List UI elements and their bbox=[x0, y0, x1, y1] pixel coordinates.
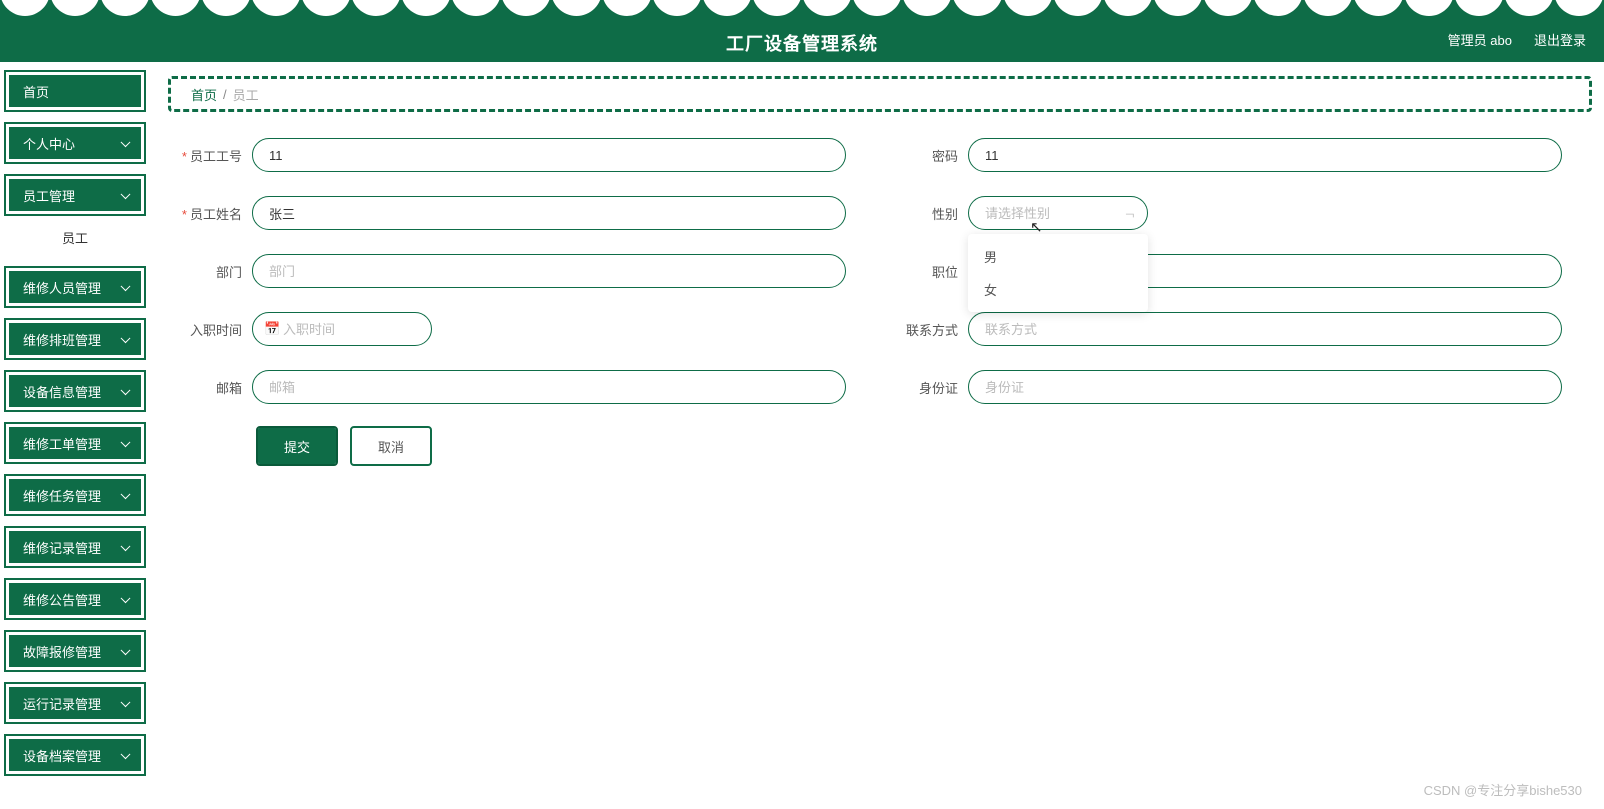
password-input[interactable] bbox=[968, 138, 1562, 172]
label-contact: 联系方式 bbox=[906, 323, 958, 338]
sidebar-item-1[interactable]: 个人中心 bbox=[6, 124, 144, 162]
logout-link[interactable]: 退出登录 bbox=[1534, 30, 1586, 49]
label-dept: 部门 bbox=[216, 265, 242, 280]
sidebar-item-4[interactable]: 维修排班管理 bbox=[6, 320, 144, 358]
watermark: CSDN @专注分享bishe530 bbox=[1424, 780, 1582, 799]
gender-option-female[interactable]: 女 bbox=[968, 273, 1148, 306]
sidebar-item-12[interactable]: 设备档案管理 bbox=[6, 736, 144, 774]
sidebar-item-11[interactable]: 运行记录管理 bbox=[6, 684, 144, 722]
sidebar-item-3[interactable]: 维修人员管理 bbox=[6, 268, 144, 306]
breadcrumb-current: 员工 bbox=[233, 85, 259, 104]
sidebar-item-8[interactable]: 维修记录管理 bbox=[6, 528, 144, 566]
breadcrumb-home[interactable]: 首页 bbox=[191, 85, 217, 104]
sidebar: 首页个人中心员工管理员工维修人员管理维修排班管理设备信息管理维修工单管理维修任务… bbox=[0, 62, 150, 809]
label-emp-id: 员工工号 bbox=[190, 149, 242, 164]
sidebar-item-10[interactable]: 故障报修管理 bbox=[6, 632, 144, 670]
id-card-input[interactable] bbox=[968, 370, 1562, 404]
app-header: 工厂设备管理系统 管理员 abo 退出登录 bbox=[0, 0, 1604, 62]
submit-button[interactable]: 提交 bbox=[258, 428, 336, 464]
label-id-card: 身份证 bbox=[919, 381, 958, 396]
email-input[interactable] bbox=[252, 370, 846, 404]
gender-dropdown: 男 女 bbox=[968, 234, 1148, 312]
sidebar-item-0[interactable]: 首页 bbox=[6, 72, 144, 110]
gender-option-male[interactable]: 男 bbox=[968, 240, 1148, 273]
emp-name-input[interactable] bbox=[252, 196, 846, 230]
current-user[interactable]: 管理员 abo bbox=[1448, 30, 1512, 49]
contact-input[interactable] bbox=[968, 312, 1562, 346]
label-emp-name: 员工姓名 bbox=[190, 207, 242, 222]
label-hire-date: 入职时间 bbox=[190, 323, 242, 338]
calendar-icon: 📅 bbox=[264, 321, 280, 337]
sidebar-item-7[interactable]: 维修任务管理 bbox=[6, 476, 144, 514]
gender-select[interactable] bbox=[968, 196, 1148, 230]
main-content: 首页 / 员工 *员工工号 *员工姓名 部门 入职时间 bbox=[150, 62, 1604, 809]
breadcrumb: 首页 / 员工 bbox=[168, 76, 1592, 112]
label-gender: 性别 bbox=[932, 207, 958, 222]
header-scallops bbox=[0, 0, 1604, 16]
sidebar-item-6[interactable]: 维修工单管理 bbox=[6, 424, 144, 462]
sidebar-item-5[interactable]: 设备信息管理 bbox=[6, 372, 144, 410]
label-position: 职位 bbox=[932, 265, 958, 280]
sidebar-subitem-employee[interactable]: 员工 bbox=[6, 220, 144, 254]
cancel-button[interactable]: 取消 bbox=[352, 428, 430, 464]
sidebar-item-9[interactable]: 维修公告管理 bbox=[6, 580, 144, 618]
chevron-down-icon: ﹁ bbox=[1123, 204, 1134, 220]
label-password: 密码 bbox=[932, 149, 958, 164]
label-email: 邮箱 bbox=[216, 381, 242, 396]
dept-input[interactable] bbox=[252, 254, 846, 288]
emp-id-input[interactable] bbox=[252, 138, 846, 172]
breadcrumb-separator: / bbox=[223, 87, 227, 102]
sidebar-item-2[interactable]: 员工管理 bbox=[6, 176, 144, 214]
